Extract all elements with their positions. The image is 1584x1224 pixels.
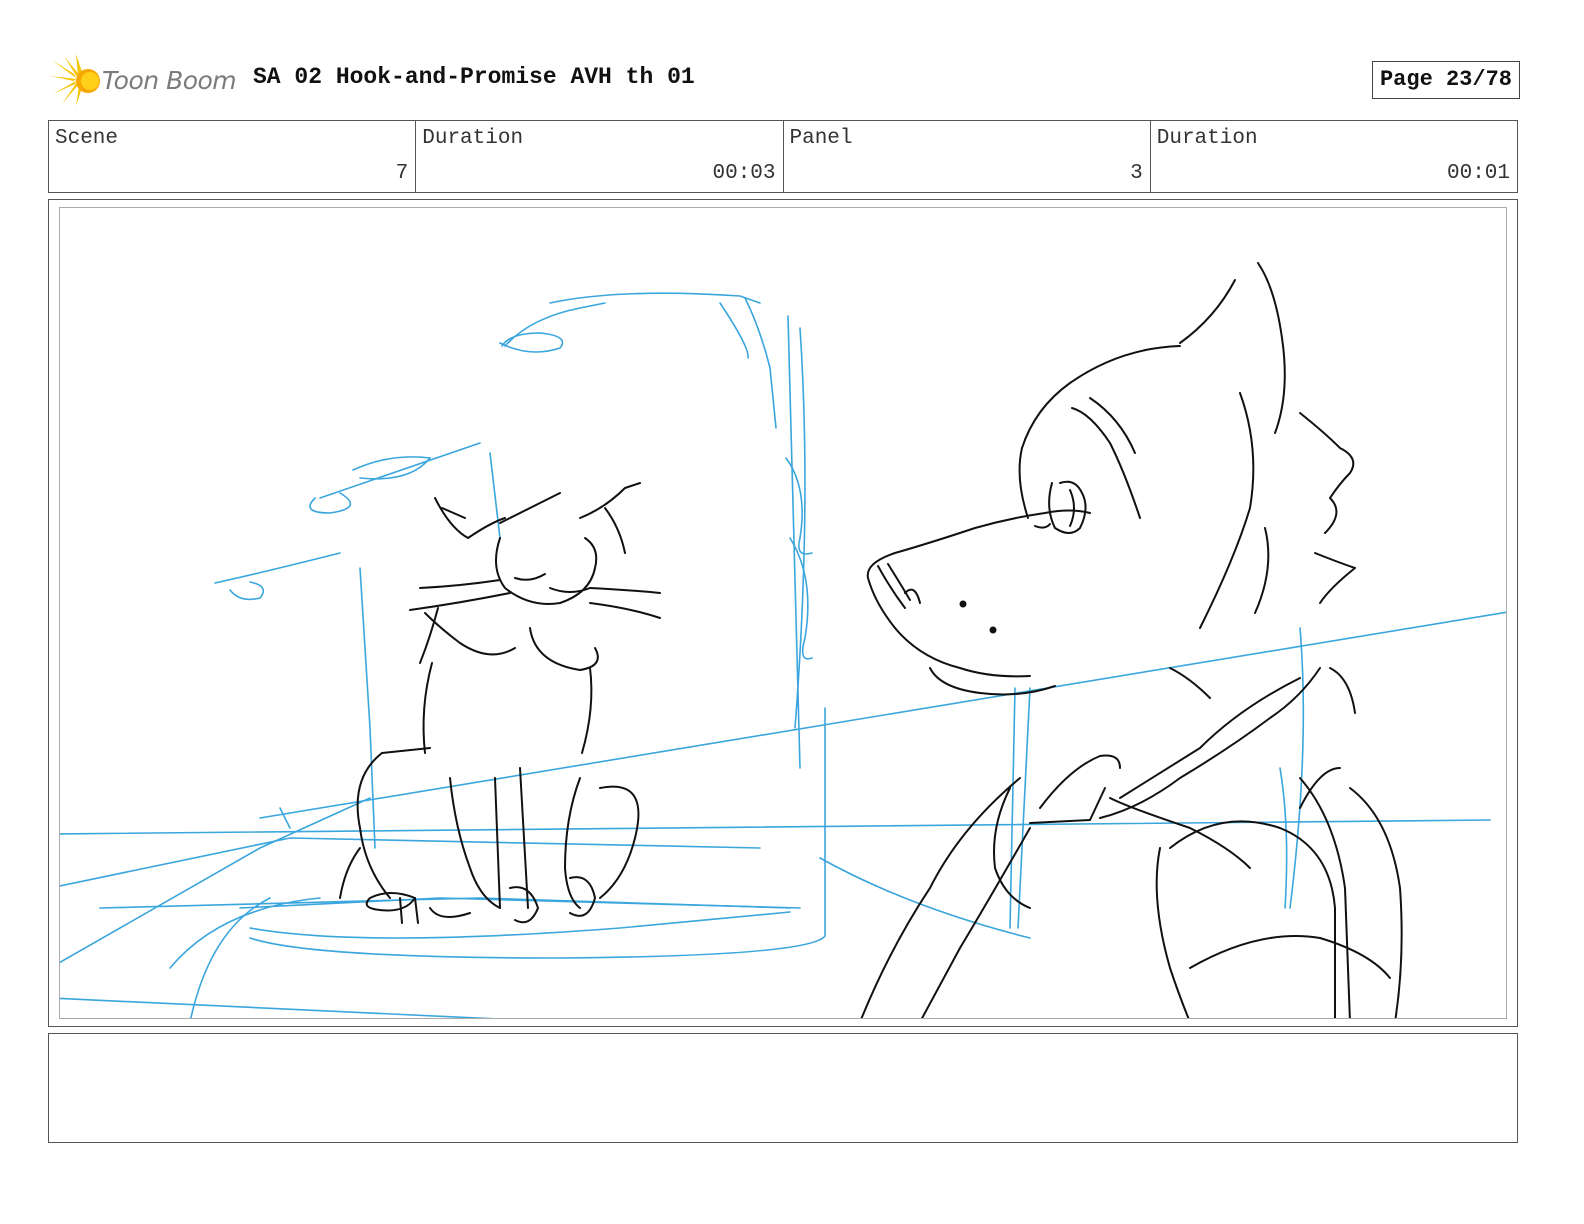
- storyboard-sketch: [60, 262, 1506, 1018]
- panel-duration-label: Duration: [1156, 127, 1258, 150]
- storyboard-panel: [48, 199, 1518, 1027]
- panel-value: 3: [1130, 162, 1143, 185]
- scene-duration-label: Duration: [422, 127, 524, 150]
- scene-cell: Scene 7: [49, 121, 417, 192]
- panel-notes: [48, 1033, 1518, 1143]
- document-title: SA 02 Hook-and-Promise AVH th 01: [253, 64, 695, 90]
- cat-sketch: [339, 482, 661, 924]
- scene-duration-cell: Duration 00:03: [416, 121, 784, 192]
- scene-duration-value: 00:03: [712, 162, 776, 185]
- page-header: Toon Boom SA 02 Hook-and-Promise AVH th …: [50, 50, 1520, 110]
- page-number: Page 23/78: [1371, 61, 1520, 99]
- toon-boom-logo: Toon Boom: [50, 54, 240, 106]
- logo-text: Toon Boom: [102, 66, 237, 95]
- scene-info-table: Scene 7 Duration 00:03 Panel 3 Duration …: [48, 120, 1518, 193]
- starburst-icon: [50, 54, 100, 106]
- scene-label: Scene: [55, 127, 119, 150]
- panel-cell: Panel 3: [784, 121, 1151, 192]
- panel-duration-value: 00:01: [1446, 162, 1510, 185]
- dog-sketch: [860, 262, 1403, 1018]
- panel-duration-cell: Duration 00:01: [1151, 121, 1517, 192]
- rough-lines: [60, 292, 1506, 1018]
- scene-value: 7: [395, 162, 409, 185]
- panel-label: Panel: [789, 127, 853, 150]
- panel-frame: [59, 207, 1507, 1019]
